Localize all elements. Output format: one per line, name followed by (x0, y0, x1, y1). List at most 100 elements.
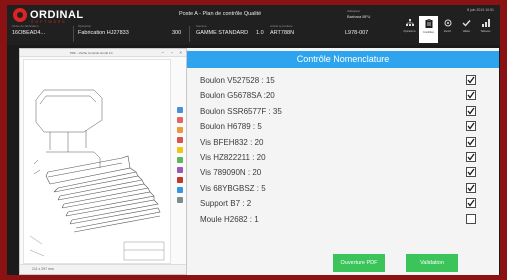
checklist-item-label: Vis 789090N : 20 (200, 168, 262, 178)
checklist-item: Boulon V527528 : 15 (200, 74, 492, 87)
checklist-item-label: Vis BFEH832 : 20 (200, 137, 264, 147)
toolbar-label: Identif. (443, 30, 452, 33)
order-label: Ordre de fabrication (12, 24, 39, 28)
checklist-checkbox[interactable] (466, 121, 476, 132)
pdf-title: PDF - Vérifie Contrôle Nomb 1C (70, 51, 113, 55)
checklist-checkbox[interactable] (466, 136, 476, 147)
order-value: 16OBEAD4... (12, 30, 46, 36)
panel-header: Contrôle Nomenclature (187, 51, 499, 68)
sign-icon[interactable] (176, 177, 183, 183)
control-panel: Contrôle Nomenclature Boulon V527528 : 1… (187, 48, 499, 275)
clock: 8 juin 2019 10:51 (467, 8, 494, 12)
controls-button[interactable]: Contrôles (419, 16, 438, 43)
checkmark-icon (467, 199, 475, 207)
checklist-checkbox[interactable] (466, 105, 476, 116)
checklist-checkbox[interactable] (466, 213, 476, 224)
divider (73, 26, 74, 42)
checkmark-icon (467, 107, 475, 115)
dashboards-button[interactable]: Tableaux (476, 16, 495, 43)
checklist-item-label: Vis 68YBGBSZ : 5 (200, 183, 266, 193)
checkmark-icon (467, 122, 475, 130)
page-size: 211 x 297 mm (32, 267, 54, 271)
checkmark-icon (467, 184, 475, 192)
checkmark-icon (467, 92, 475, 99)
checkmark-icon (467, 169, 475, 176)
maximize-icon[interactable]: ▫ (171, 50, 173, 55)
more-tools-icon[interactable] (176, 197, 183, 203)
validate-tool-button[interactable]: Valider (457, 16, 476, 43)
station-title: Poste A - Plan de contrôle Qualité (179, 11, 262, 17)
checklist-item: Vis 789090N : 20 (200, 166, 492, 179)
checkmark-icon (467, 138, 475, 146)
organize-icon[interactable] (176, 157, 183, 163)
technical-drawing (29, 89, 165, 261)
checklist-item-label: Support B7 : 2 (200, 199, 252, 209)
checklist-item: Vis 68YBGBSZ : 5 (200, 182, 492, 195)
reference-value: L978-007 (345, 30, 369, 36)
pdf-icon[interactable] (176, 117, 183, 123)
toolbar-label: Opérations (403, 30, 416, 33)
highlight-icon[interactable] (176, 147, 183, 153)
export-icon[interactable] (176, 107, 183, 113)
checklist-item-label: Boulon V527528 : 15 (200, 76, 275, 85)
checklist-checkbox[interactable] (466, 182, 476, 193)
checklist-item-label: Boulon H6789 : 5 (200, 122, 262, 132)
pdf-page[interactable] (23, 59, 171, 264)
divider (189, 26, 190, 42)
open-pdf-button[interactable]: Ouverture PDF (333, 254, 385, 272)
checklist-item: Moule H2682 : 1 (200, 213, 492, 226)
checklist-checkbox[interactable] (466, 75, 476, 85)
clipboard-icon (425, 19, 432, 28)
checkmark-icon (467, 153, 475, 161)
identify-button[interactable]: Identif. (438, 16, 457, 43)
checklist-item-label: Boulon SSR6577F : 35 (200, 106, 282, 116)
gamme-info: Gamme GAMME STANDARD (196, 24, 248, 44)
order-info: Ordre de fabrication 16OBEAD4... (12, 24, 45, 44)
operation-info: Opération Fabrication HJ27833 (78, 24, 129, 44)
pdf-titlebar: PDF - Vérifie Contrôle Nomb 1C – ▫ × (20, 49, 186, 57)
app-window: ORDINAL SOFTWARE Poste A - Plan de contr… (7, 5, 500, 275)
checklist-item: Vis HZ822211 : 20 (200, 151, 492, 164)
share-icon[interactable] (176, 187, 183, 193)
check-icon (462, 20, 471, 27)
protect-icon[interactable] (176, 167, 183, 173)
validation-button[interactable]: Validation (406, 254, 458, 272)
checklist-item-label: Moule H2682 : 1 (200, 214, 259, 224)
operation-label: Opération (78, 24, 92, 28)
close-icon[interactable]: × (179, 50, 182, 55)
hierarchy-icon (405, 19, 414, 26)
comment-icon[interactable] (176, 127, 183, 133)
gamme-label: Gamme (196, 24, 207, 28)
operation-value: Fabrication HJ27833 (78, 30, 129, 36)
checklist-item-label: Boulon G5678SA :20 (200, 91, 275, 101)
article-value: ART788N (270, 30, 295, 36)
checklist-item: Vis BFEH832 : 20 (200, 136, 492, 149)
logo-icon (13, 8, 27, 22)
edit-icon[interactable] (176, 137, 183, 143)
toolbar-label: Contrôles (423, 31, 434, 34)
version-value: 1.0 (256, 30, 264, 36)
checklist-checkbox[interactable] (466, 152, 476, 162)
checklist-item: Support B7 : 2 (200, 197, 492, 210)
checklist-checkbox[interactable] (466, 198, 476, 209)
minimize-icon[interactable]: – (161, 50, 164, 55)
quantity-value: 300 (172, 30, 182, 36)
pdf-statusbar: 211 x 297 mm (20, 264, 186, 274)
checklist-item: Boulon SSR6577F : 35 (200, 105, 492, 118)
pdf-tools-sidebar (174, 59, 185, 264)
checklist-checkbox[interactable] (466, 90, 476, 101)
main-toolbar: Opérations Contrôles Identif. Valider Ta… (400, 16, 495, 43)
quantity-info: 300 (172, 24, 181, 44)
version-info: 1.0 (256, 24, 264, 44)
pdf-viewer-window[interactable]: PDF - Vérifie Contrôle Nomb 1C – ▫ × 211… (19, 48, 187, 275)
article-label: Article à produire (270, 24, 293, 28)
gamme-value: GAMME STANDARD (196, 30, 249, 36)
checklist-item-label: Vis HZ822211 : 20 (200, 153, 266, 162)
user-label: Utilisateur (347, 9, 361, 13)
scan-icon (444, 19, 451, 27)
checkmark-icon (467, 76, 475, 84)
toolbar-label: Tableaux (480, 30, 491, 33)
user-name: Barbara BFU (347, 14, 371, 19)
operations-button[interactable]: Opérations (400, 16, 419, 43)
checklist-checkbox[interactable] (466, 167, 476, 178)
